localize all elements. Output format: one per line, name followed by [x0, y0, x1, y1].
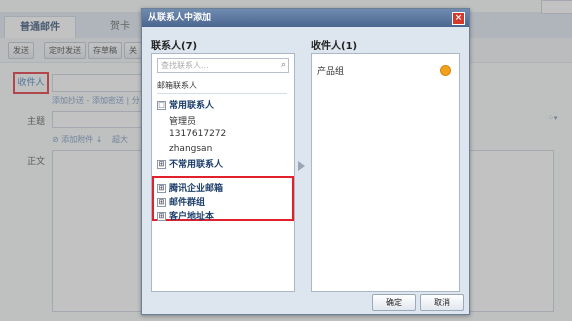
section-mail-contacts: 邮箱联系人 [157, 80, 287, 94]
expand-icon[interactable]: ⊞ [157, 212, 166, 221]
contact-item[interactable]: zhangsan [169, 144, 212, 154]
collapse-icon[interactable]: □ [157, 101, 166, 110]
group-tencent-mail[interactable]: ⊞ 腾讯企业邮箱 [157, 181, 223, 194]
group-mail-groups[interactable]: ⊞ 邮件群组 [157, 195, 205, 208]
contact-search-input[interactable]: 查找联系人... ⌕ [157, 58, 289, 73]
add-from-contacts-dialog: 从联系人中添加 × 联系人(7) 收件人(1) 查找联系人... ⌕ 邮箱联系人… [141, 8, 470, 315]
recipients-panel: 产品组 [311, 53, 460, 292]
cancel-button[interactable]: 取消 [420, 294, 464, 311]
search-placeholder: 查找联系人... [161, 61, 209, 70]
remove-recipient-icon[interactable] [440, 65, 451, 76]
recipients-heading: 收件人(1) [311, 41, 358, 52]
dialog-title: 从联系人中添加 [148, 13, 212, 23]
contacts-panel: 查找联系人... ⌕ 邮箱联系人 □ 常用联系人 管理员 1317617272 z… [151, 53, 295, 292]
arrow-right-icon [298, 161, 305, 171]
close-icon[interactable]: × [452, 12, 465, 25]
expand-icon[interactable]: ⊞ [157, 184, 166, 193]
contact-item[interactable]: 1317617272 [169, 129, 226, 139]
dialog-titlebar: 从联系人中添加 × [142, 9, 469, 27]
expand-icon[interactable]: ⊞ [157, 198, 166, 207]
contact-item[interactable]: 管理员 [169, 114, 196, 127]
ok-button[interactable]: 确定 [372, 294, 416, 311]
search-icon[interactable]: ⌕ [281, 59, 286, 72]
group-common-contacts[interactable]: □ 常用联系人 [157, 98, 214, 111]
contacts-heading: 联系人(7) [151, 41, 198, 52]
recipient-item[interactable]: 产品组 [317, 64, 344, 77]
group-address-book[interactable]: ⊞ 客户地址本 [157, 209, 214, 222]
group-uncommon-contacts[interactable]: ⊞ 不常用联系人 [157, 157, 223, 170]
expand-icon[interactable]: ⊞ [157, 160, 166, 169]
